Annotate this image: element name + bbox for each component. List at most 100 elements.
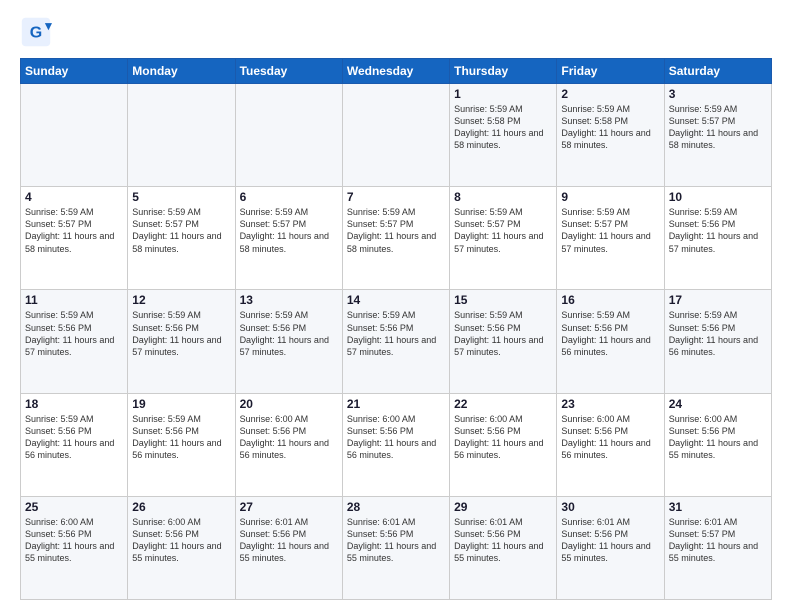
day-cell: 21 Sunrise: 6:00 AM Sunset: 5:56 PM Dayli… xyxy=(342,393,449,496)
day-cell: 17 Sunrise: 5:59 AM Sunset: 5:56 PM Dayli… xyxy=(664,290,771,393)
day-number: 6 xyxy=(240,190,338,204)
day-number: 16 xyxy=(561,293,659,307)
day-number: 28 xyxy=(347,500,445,514)
day-cell xyxy=(21,84,128,187)
day-number: 11 xyxy=(25,293,123,307)
day-cell: 27 Sunrise: 6:01 AM Sunset: 5:56 PM Dayli… xyxy=(235,496,342,599)
day-cell: 25 Sunrise: 6:00 AM Sunset: 5:56 PM Dayli… xyxy=(21,496,128,599)
day-number: 22 xyxy=(454,397,552,411)
day-info: Sunrise: 5:59 AM Sunset: 5:57 PM Dayligh… xyxy=(347,206,445,255)
day-number: 18 xyxy=(25,397,123,411)
day-number: 26 xyxy=(132,500,230,514)
day-number: 25 xyxy=(25,500,123,514)
day-info: Sunrise: 5:59 AM Sunset: 5:57 PM Dayligh… xyxy=(454,206,552,255)
day-info: Sunrise: 5:59 AM Sunset: 5:56 PM Dayligh… xyxy=(25,309,123,358)
day-cell: 11 Sunrise: 5:59 AM Sunset: 5:56 PM Dayli… xyxy=(21,290,128,393)
day-cell xyxy=(235,84,342,187)
week-row-5: 25 Sunrise: 6:00 AM Sunset: 5:56 PM Dayli… xyxy=(21,496,772,599)
page: G SundayMondayTuesdayWednesdayThursdayFr… xyxy=(0,0,792,612)
header: G xyxy=(20,16,772,48)
week-row-3: 11 Sunrise: 5:59 AM Sunset: 5:56 PM Dayli… xyxy=(21,290,772,393)
day-info: Sunrise: 5:59 AM Sunset: 5:56 PM Dayligh… xyxy=(669,309,767,358)
day-header-monday: Monday xyxy=(128,59,235,84)
day-cell: 26 Sunrise: 6:00 AM Sunset: 5:56 PM Dayli… xyxy=(128,496,235,599)
day-cell: 3 Sunrise: 5:59 AM Sunset: 5:57 PM Daylig… xyxy=(664,84,771,187)
day-number: 29 xyxy=(454,500,552,514)
day-info: Sunrise: 5:59 AM Sunset: 5:56 PM Dayligh… xyxy=(25,413,123,462)
day-cell: 30Sunrise: 6:01 AM Sunset: 5:56 PM Dayli… xyxy=(557,496,664,599)
day-info: Sunrise: 5:59 AM Sunset: 5:57 PM Dayligh… xyxy=(25,206,123,255)
day-info: Sunrise: 6:01 AM Sunset: 5:57 PM Dayligh… xyxy=(669,516,767,565)
day-cell: 20 Sunrise: 6:00 AM Sunset: 5:56 PM Dayli… xyxy=(235,393,342,496)
day-header-thursday: Thursday xyxy=(450,59,557,84)
week-row-2: 4 Sunrise: 5:59 AM Sunset: 5:57 PM Daylig… xyxy=(21,187,772,290)
week-row-4: 18 Sunrise: 5:59 AM Sunset: 5:56 PM Dayli… xyxy=(21,393,772,496)
day-info: Sunrise: 6:00 AM Sunset: 5:56 PM Dayligh… xyxy=(25,516,123,565)
day-number: 3 xyxy=(669,87,767,101)
day-cell: 14 Sunrise: 5:59 AM Sunset: 5:56 PM Dayli… xyxy=(342,290,449,393)
day-info: Sunrise: 6:01 AM Sunset: 5:56 PM Dayligh… xyxy=(240,516,338,565)
day-header-wednesday: Wednesday xyxy=(342,59,449,84)
logo-icon: G xyxy=(20,16,52,48)
day-number: 31 xyxy=(669,500,767,514)
day-header-friday: Friday xyxy=(557,59,664,84)
day-number: 17 xyxy=(669,293,767,307)
day-cell: 29Sunrise: 6:01 AM Sunset: 5:56 PM Dayli… xyxy=(450,496,557,599)
calendar-header: SundayMondayTuesdayWednesdayThursdayFrid… xyxy=(21,59,772,84)
svg-text:G: G xyxy=(30,24,42,41)
day-cell: 22Sunrise: 6:00 AM Sunset: 5:56 PM Dayli… xyxy=(450,393,557,496)
day-cell: 16 Sunrise: 5:59 AM Sunset: 5:56 PM Dayli… xyxy=(557,290,664,393)
day-info: Sunrise: 6:00 AM Sunset: 5:56 PM Dayligh… xyxy=(132,516,230,565)
day-number: 24 xyxy=(669,397,767,411)
day-info: Sunrise: 6:00 AM Sunset: 5:56 PM Dayligh… xyxy=(669,413,767,462)
day-number: 21 xyxy=(347,397,445,411)
day-cell: 9Sunrise: 5:59 AM Sunset: 5:57 PM Daylig… xyxy=(557,187,664,290)
day-number: 4 xyxy=(25,190,123,204)
day-info: Sunrise: 5:59 AM Sunset: 5:57 PM Dayligh… xyxy=(132,206,230,255)
day-number: 5 xyxy=(132,190,230,204)
day-info: Sunrise: 6:01 AM Sunset: 5:56 PM Dayligh… xyxy=(347,516,445,565)
day-info: Sunrise: 5:59 AM Sunset: 5:56 PM Dayligh… xyxy=(132,413,230,462)
day-info: Sunrise: 6:00 AM Sunset: 5:56 PM Dayligh… xyxy=(240,413,338,462)
day-cell: 2Sunrise: 5:59 AM Sunset: 5:58 PM Daylig… xyxy=(557,84,664,187)
day-info: Sunrise: 5:59 AM Sunset: 5:56 PM Dayligh… xyxy=(454,309,552,358)
day-number: 19 xyxy=(132,397,230,411)
day-info: Sunrise: 5:59 AM Sunset: 5:57 PM Dayligh… xyxy=(240,206,338,255)
day-cell: 23 Sunrise: 6:00 AM Sunset: 5:56 PM Dayli… xyxy=(557,393,664,496)
day-info: Sunrise: 5:59 AM Sunset: 5:57 PM Dayligh… xyxy=(669,103,767,152)
day-number: 15 xyxy=(454,293,552,307)
day-number: 1 xyxy=(454,87,552,101)
day-info: Sunrise: 5:59 AM Sunset: 5:56 PM Dayligh… xyxy=(669,206,767,255)
calendar-table: SundayMondayTuesdayWednesdayThursdayFrid… xyxy=(20,58,772,600)
day-header-tuesday: Tuesday xyxy=(235,59,342,84)
day-cell: 8Sunrise: 5:59 AM Sunset: 5:57 PM Daylig… xyxy=(450,187,557,290)
day-cell: 10 Sunrise: 5:59 AM Sunset: 5:56 PM Dayli… xyxy=(664,187,771,290)
day-cell: 1 Sunrise: 5:59 AM Sunset: 5:58 PM Daylig… xyxy=(450,84,557,187)
day-number: 10 xyxy=(669,190,767,204)
day-info: Sunrise: 5:59 AM Sunset: 5:56 PM Dayligh… xyxy=(561,309,659,358)
day-cell: 31 Sunrise: 6:01 AM Sunset: 5:57 PM Dayli… xyxy=(664,496,771,599)
day-number: 23 xyxy=(561,397,659,411)
day-number: 20 xyxy=(240,397,338,411)
day-number: 7 xyxy=(347,190,445,204)
day-cell: 28 Sunrise: 6:01 AM Sunset: 5:56 PM Dayli… xyxy=(342,496,449,599)
day-number: 27 xyxy=(240,500,338,514)
day-cell xyxy=(128,84,235,187)
day-info: Sunrise: 6:00 AM Sunset: 5:56 PM Dayligh… xyxy=(347,413,445,462)
day-cell: 19 Sunrise: 5:59 AM Sunset: 5:56 PM Dayli… xyxy=(128,393,235,496)
day-info: Sunrise: 5:59 AM Sunset: 5:56 PM Dayligh… xyxy=(347,309,445,358)
day-cell: 4 Sunrise: 5:59 AM Sunset: 5:57 PM Daylig… xyxy=(21,187,128,290)
day-info: Sunrise: 5:59 AM Sunset: 5:57 PM Dayligh… xyxy=(561,206,659,255)
day-cell: 18 Sunrise: 5:59 AM Sunset: 5:56 PM Dayli… xyxy=(21,393,128,496)
day-number: 2 xyxy=(561,87,659,101)
day-number: 13 xyxy=(240,293,338,307)
day-number: 14 xyxy=(347,293,445,307)
day-number: 12 xyxy=(132,293,230,307)
day-cell xyxy=(342,84,449,187)
day-info: Sunrise: 6:01 AM Sunset: 5:56 PM Dayligh… xyxy=(561,516,659,565)
day-info: Sunrise: 5:59 AM Sunset: 5:56 PM Dayligh… xyxy=(132,309,230,358)
day-info: Sunrise: 6:00 AM Sunset: 5:56 PM Dayligh… xyxy=(561,413,659,462)
day-info: Sunrise: 5:59 AM Sunset: 5:58 PM Dayligh… xyxy=(454,103,552,152)
day-cell: 5 Sunrise: 5:59 AM Sunset: 5:57 PM Daylig… xyxy=(128,187,235,290)
day-header-saturday: Saturday xyxy=(664,59,771,84)
